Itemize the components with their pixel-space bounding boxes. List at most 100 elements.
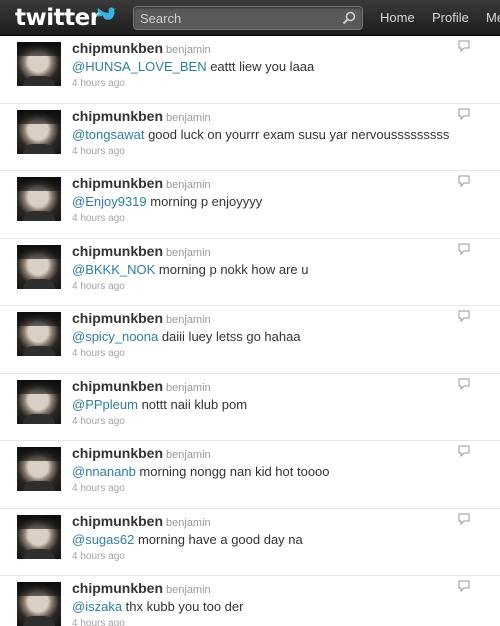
full-name: benjamin — [166, 516, 211, 529]
tweet-header: chipmunkben benjamin — [72, 513, 211, 531]
tweet-text: @sugas62 morning have a good day na — [72, 532, 482, 547]
screen-name-link[interactable]: chipmunkben — [72, 175, 163, 191]
tweet-text: @PPpleum nottt naii klub pom — [72, 397, 482, 412]
nav-profile[interactable]: Profile — [432, 10, 469, 25]
tweet-header: chipmunkben benjamin — [72, 243, 211, 261]
reply-icon[interactable] — [458, 580, 470, 592]
search-icon[interactable] — [342, 11, 356, 25]
timestamp[interactable]: 4 hours ago — [72, 146, 125, 157]
tweet-header: chipmunkben benjamin — [72, 378, 211, 396]
timestamp[interactable]: 4 hours ago — [72, 551, 125, 562]
reply-icon[interactable] — [458, 175, 470, 187]
tweet-header: chipmunkben benjamin — [72, 40, 211, 58]
twitter-logo[interactable]: twitter — [15, 5, 117, 31]
full-name: benjamin — [166, 381, 211, 394]
top-bar: twitter Home Profile Me — [0, 0, 500, 36]
mention-link[interactable]: @iszaka — [72, 599, 122, 614]
tweet-body: morning nongg nan kid hot toooo — [135, 464, 330, 479]
tweet-row: chipmunkben benjamin @nnananb morning non… — [0, 441, 500, 509]
tweet-row: chipmunkben benjamin @sugas62 morning hav… — [0, 509, 500, 576]
logo-text: twitter — [15, 5, 101, 31]
tweet-text: @tongsawat good luck on yourrr exam susu… — [72, 127, 482, 142]
full-name: benjamin — [166, 44, 211, 56]
full-name: benjamin — [166, 246, 211, 259]
tweet-text: @BKKK_NOK morning p nokk how are u — [72, 262, 482, 277]
mention-link[interactable]: @Enjoy9319 — [72, 194, 147, 209]
screen-name-link[interactable]: chipmunkben — [72, 108, 163, 124]
reply-icon[interactable] — [458, 243, 470, 255]
full-name: benjamin — [166, 179, 211, 191]
mention-link[interactable]: @spicy_noona — [72, 329, 158, 344]
avatar[interactable] — [17, 447, 61, 491]
tweet-header: chipmunkben benjamin — [72, 108, 211, 126]
tweet-body: nottt naii klub pom — [137, 396, 248, 412]
screen-name-link[interactable]: chipmunkben — [72, 445, 163, 461]
reply-icon[interactable] — [458, 513, 470, 525]
avatar[interactable] — [17, 109, 61, 154]
reply-icon[interactable] — [458, 445, 470, 457]
reply-icon[interactable] — [458, 310, 470, 322]
tweet-body: morning have a good day na — [134, 531, 303, 547]
tweet-body: daiii luey letss go hahaa — [158, 329, 301, 344]
tweet-body: good luck on yourrr exam susu yar nervou… — [144, 126, 450, 142]
tweet-row: chipmunkben benjamin @Enjoy9319 morning p… — [0, 171, 500, 239]
avatar[interactable] — [17, 514, 61, 559]
mention-link[interactable]: @BKKK_NOK — [72, 262, 155, 277]
full-name: benjamin — [166, 314, 211, 326]
tweet-header: chipmunkben benjamin — [72, 445, 211, 463]
tweet-row: chipmunkben benjamin @PPpleum nottt naii … — [0, 374, 500, 441]
tweet-text: @iszaka thx kubb you too der — [72, 599, 482, 614]
tweet-body: thx kubb you too der — [122, 599, 244, 614]
full-name: benjamin — [166, 111, 211, 124]
timestamp[interactable]: 4 hours ago — [72, 416, 125, 427]
tweet-row: chipmunkben benjamin @spicy_noona daiii l… — [0, 306, 500, 374]
tweet-row: chipmunkben benjamin @HUNSA_LOVE_BEN eatt… — [0, 36, 500, 104]
timestamp[interactable]: 4 hours ago — [72, 618, 125, 626]
timestamp[interactable]: 4 hours ago — [72, 483, 125, 494]
search-input[interactable] — [134, 7, 334, 29]
screen-name-link[interactable]: chipmunkben — [72, 580, 163, 596]
tweet-text: @nnananb morning nongg nan kid hot toooo — [72, 464, 482, 479]
avatar[interactable] — [17, 42, 61, 86]
avatar[interactable] — [17, 244, 61, 289]
timestamp[interactable]: 4 hours ago — [72, 213, 125, 224]
screen-name-link[interactable]: chipmunkben — [72, 378, 163, 394]
reply-icon[interactable] — [458, 378, 470, 390]
avatar[interactable] — [17, 582, 61, 626]
avatar[interactable] — [17, 177, 61, 221]
screen-name-link[interactable]: chipmunkben — [72, 513, 163, 529]
tweet-body: eattt liew you laaa — [206, 59, 315, 74]
avatar[interactable] — [17, 379, 61, 424]
mention-link[interactable]: @nnananb — [72, 464, 136, 479]
timestamp[interactable]: 4 hours ago — [72, 78, 125, 89]
tweet-body: morning p nokk how are u — [155, 261, 309, 277]
mention-link[interactable]: @PPpleum — [72, 397, 138, 412]
mention-link[interactable]: @HUNSA_LOVE_BEN — [72, 59, 207, 74]
screen-name-link[interactable]: chipmunkben — [72, 40, 163, 56]
screen-name-link[interactable]: chipmunkben — [72, 243, 163, 259]
tweet-text: @spicy_noona daiii luey letss go hahaa — [72, 329, 482, 344]
nav-me[interactable]: Me — [486, 10, 500, 25]
reply-icon[interactable] — [458, 108, 470, 120]
avatar[interactable] — [17, 312, 61, 356]
tweet-row: chipmunkben benjamin @tongsawat good luck… — [0, 104, 500, 171]
tweet-text: @Enjoy9319 morning p enjoyyyy — [72, 194, 482, 209]
full-name: benjamin — [166, 584, 211, 596]
nav-home[interactable]: Home — [380, 10, 415, 25]
timeline: chipmunkben benjamin @HUNSA_LOVE_BEN eatt… — [0, 36, 500, 626]
mention-link[interactable]: @sugas62 — [72, 532, 134, 547]
tweet-text: @HUNSA_LOVE_BEN eattt liew you laaa — [72, 59, 482, 74]
tweet-header: chipmunkben benjamin — [72, 580, 211, 598]
tweet-body: morning p enjoyyyy — [146, 194, 263, 209]
screen-name-link[interactable]: chipmunkben — [72, 310, 163, 326]
search-box — [133, 6, 363, 30]
tweet-row: chipmunkben benjamin @BKKK_NOK morning p … — [0, 239, 500, 306]
timestamp[interactable]: 4 hours ago — [72, 281, 125, 292]
full-name: benjamin — [166, 449, 211, 461]
bird-icon — [96, 7, 117, 20]
timestamp[interactable]: 4 hours ago — [72, 348, 125, 359]
reply-icon[interactable] — [458, 40, 470, 52]
tweet-row: chipmunkben benjamin @iszaka thx kubb you… — [0, 576, 500, 626]
tweet-header: chipmunkben benjamin — [72, 310, 211, 328]
mention-link[interactable]: @tongsawat — [72, 127, 144, 142]
